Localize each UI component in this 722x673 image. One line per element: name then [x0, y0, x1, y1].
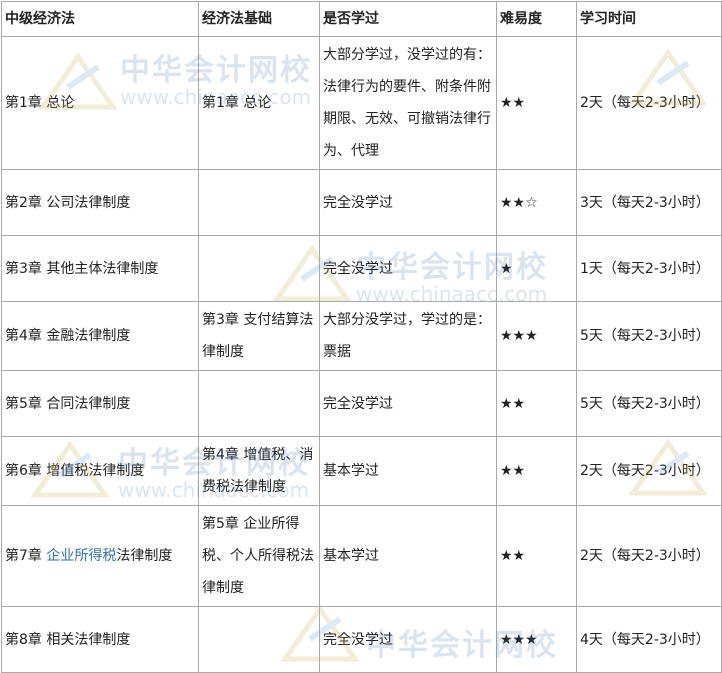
cell-studied: 基本学过: [319, 436, 497, 506]
table-header-row: 中级经济法 经济法基础 是否学过 难易度 学习时间: [1, 1, 722, 37]
cell-basic-chapter: 第4章 增值税、消费税法律制度: [198, 436, 320, 506]
cell-difficulty-stars: ★: [496, 235, 577, 302]
cell-study-time: 1天（每天2-3小时）: [576, 235, 722, 302]
cell-basic-chapter: 第1章 总论: [198, 36, 320, 170]
cell-difficulty-stars: ★★: [496, 36, 577, 170]
cell-studied: 完全没学过: [319, 606, 497, 673]
cell-basic-chapter: [198, 235, 320, 302]
table-row: 第4章 金融法律制度 第3章 支付结算法律制度 大部分没学过，学过的是：票据 ★…: [1, 301, 722, 371]
cell-chapter: 第8章 相关法律制度: [1, 606, 199, 673]
cell-difficulty-stars: ★★: [496, 370, 577, 437]
cell-chapter: 第3章 其他主体法律制度: [1, 235, 199, 302]
header-basic-law: 经济法基础: [198, 1, 320, 37]
table-row: 第6章 增值税法律制度 第4章 增值税、消费税法律制度 基本学过 ★★ 2天（每…: [1, 436, 722, 506]
header-difficulty: 难易度: [496, 1, 577, 37]
cell-studied: 完全没学过: [319, 370, 497, 437]
header-study-time: 学习时间: [576, 1, 722, 37]
cell-chapter: 第2章 公司法律制度: [1, 169, 199, 236]
cell-study-time: 2天（每天2-3小时）: [576, 436, 722, 506]
cell-difficulty-stars: ★★★: [496, 301, 577, 371]
cell-studied: 大部分学过，没学过的有：法律行为的要件、附条件附期限、无效、可撤销法律行为、代理: [319, 36, 497, 170]
cell-chapter: 第5章 合同法律制度: [1, 370, 199, 437]
cell-difficulty-stars: ★★★: [496, 606, 577, 673]
cell-study-time: 2天（每天2-3小时）: [576, 36, 722, 170]
table-row: 第2章 公司法律制度 完全没学过 ★★☆ 3天（每天2-3小时）: [1, 169, 722, 236]
cell-chapter: 第6章 增值税法律制度: [1, 436, 199, 506]
cell-basic-chapter: [198, 370, 320, 437]
table-row: 第8章 相关法律制度 完全没学过 ★★★ 4天（每天2-3小时）: [1, 606, 722, 673]
cell-study-time: 3天（每天2-3小时）: [576, 169, 722, 236]
cell-basic-chapter: [198, 169, 320, 236]
cell-basic-chapter: 第3章 支付结算法律制度: [198, 301, 320, 371]
corporate-income-tax-link[interactable]: 企业所得税: [46, 548, 116, 564]
cell-basic-chapter: 第5章 企业所得税、个人所得税法律制度: [198, 505, 320, 607]
table-row: 第1章 总论 第1章 总论 大部分学过，没学过的有：法律行为的要件、附条件附期限…: [1, 36, 722, 170]
cell-study-time: 5天（每天2-3小时）: [576, 370, 722, 437]
cell-studied: 大部分没学过，学过的是：票据: [319, 301, 497, 371]
cell-difficulty-stars: ★★☆: [496, 169, 577, 236]
cell-chapter: 第7章 企业所得税法律制度: [1, 505, 199, 607]
cell-study-time: 4天（每天2-3小时）: [576, 606, 722, 673]
cell-basic-chapter: [198, 606, 320, 673]
cell-chapter: 第1章 总论: [1, 36, 199, 170]
cell-studied: 完全没学过: [319, 235, 497, 302]
cell-studied: 基本学过: [319, 505, 497, 607]
cell-difficulty-stars: ★★: [496, 505, 577, 607]
cell-study-time: 2天（每天2-3小时）: [576, 505, 722, 607]
table-row: 第7章 企业所得税法律制度 第5章 企业所得税、个人所得税法律制度 基本学过 ★…: [1, 505, 722, 607]
study-plan-table: 中级经济法 经济法基础 是否学过 难易度 学习时间 第1章 总论 第1章 总论 …: [1, 1, 722, 673]
cell-chapter: 第4章 金融法律制度: [1, 301, 199, 371]
header-intermediate-law: 中级经济法: [1, 1, 199, 37]
chapter-prefix: 第7章: [5, 548, 47, 564]
cell-difficulty-stars: ★★: [496, 436, 577, 506]
table-row: 第3章 其他主体法律制度 完全没学过 ★ 1天（每天2-3小时）: [1, 235, 722, 302]
header-studied: 是否学过: [319, 1, 497, 37]
cell-studied: 完全没学过: [319, 169, 497, 236]
cell-study-time: 5天（每天2-3小时）: [576, 301, 722, 371]
table-row: 第5章 合同法律制度 完全没学过 ★★ 5天（每天2-3小时）: [1, 370, 722, 437]
chapter-suffix: 法律制度: [116, 548, 173, 564]
